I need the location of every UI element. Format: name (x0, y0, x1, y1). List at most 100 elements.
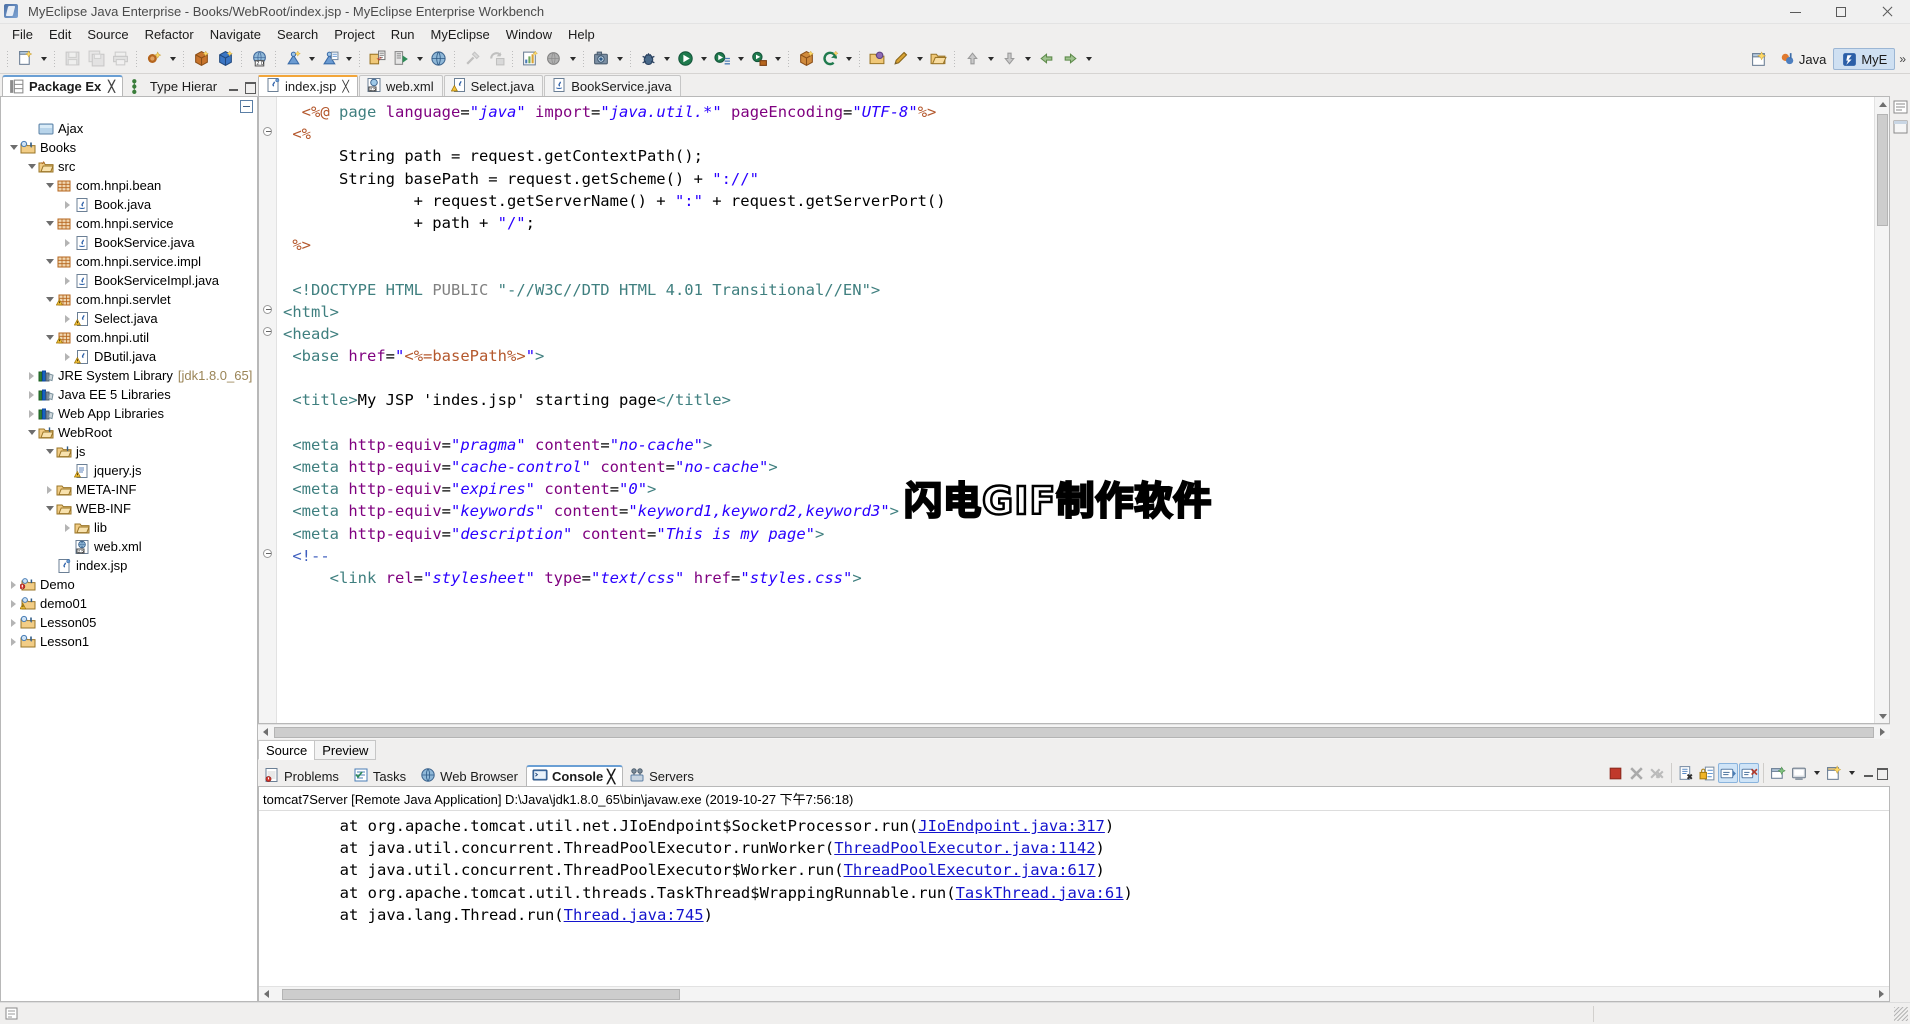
debug-button-dropdown-arrow-icon[interactable] (660, 47, 673, 71)
twisty-down-icon[interactable] (43, 331, 56, 344)
tree-item[interactable]: Demo (1, 575, 257, 594)
tree-item[interactable]: META-INF (1, 480, 257, 499)
open-resource-button[interactable] (926, 47, 950, 71)
outline-view-icon[interactable] (1893, 100, 1908, 114)
run-history-button[interactable] (710, 47, 734, 71)
twisty-right-icon[interactable] (61, 236, 74, 249)
toolbar-drag-handle[interactable] (52, 48, 58, 69)
menu-item-project[interactable]: Project (326, 26, 382, 43)
twisty-right-icon[interactable] (7, 616, 20, 629)
twisty-right-icon[interactable] (61, 198, 74, 211)
scroll-down-arrow-icon[interactable] (1875, 709, 1890, 723)
twisty-down-icon[interactable] (7, 141, 20, 154)
scroll-up-arrow-icon[interactable] (1875, 97, 1890, 111)
report-button[interactable] (518, 47, 542, 71)
run-button-dropdown-arrow-icon[interactable] (697, 47, 710, 71)
toolbar-drag-handle[interactable] (357, 48, 363, 69)
menu-item-source[interactable]: Source (79, 26, 136, 43)
open-type-button[interactable] (865, 47, 889, 71)
twisty-right-icon[interactable] (61, 274, 74, 287)
new-element-button[interactable] (794, 47, 818, 71)
code-editor[interactable]: <%@ page language="java" import="java.ut… (277, 97, 1874, 723)
clear-console-button[interactable] (1676, 763, 1696, 783)
editor-mode-preview[interactable]: Preview (314, 740, 377, 760)
toolbar-drag-handle[interactable] (134, 48, 140, 69)
console-tab-problems[interactable]: Problems (258, 765, 347, 786)
console-output[interactable]: at org.apache.tomcat.util.net.JIoEndpoin… (259, 811, 1889, 986)
tab-package-explorer[interactable]: Package Ex ╳ (2, 75, 123, 96)
project-tree[interactable]: Ajax Books src com.hnpi.bean Book.java com.hn… (0, 116, 258, 1002)
open-console-button[interactable] (1768, 763, 1788, 783)
refresh-git-button-dropdown-arrow-icon[interactable] (842, 47, 855, 71)
tree-item[interactable]: WEB-INF (1, 499, 257, 518)
tree-item[interactable]: index.jsp (1, 556, 257, 575)
tree-item[interactable]: Select.java (1, 309, 257, 328)
toolbar-drag-handle[interactable] (5, 48, 11, 69)
close-icon[interactable]: ╳ (342, 80, 349, 93)
toolbar-drag-handle[interactable] (239, 48, 245, 69)
collapse-all-icon[interactable] (240, 100, 253, 113)
tree-item[interactable]: com.hnpi.service (1, 214, 257, 233)
run-button[interactable] (673, 47, 697, 71)
console-scroll-left-icon[interactable] (259, 987, 274, 1001)
menu-item-search[interactable]: Search (269, 26, 326, 43)
new-class-button[interactable] (213, 47, 237, 71)
tree-item[interactable]: lib (1, 518, 257, 537)
tree-item[interactable]: com.hnpi.service.impl (1, 252, 257, 271)
maximize-panel-button[interactable] (1876, 767, 1888, 780)
myeclipse-database-button[interactable]: 2.0 (247, 47, 271, 71)
next-annotation-button[interactable] (997, 47, 1021, 71)
previous-annotation-button[interactable] (960, 47, 984, 71)
open-perspective-icon[interactable] (1748, 47, 1772, 71)
twisty-down-icon[interactable] (25, 160, 38, 173)
tree-item[interactable]: Web App Libraries (1, 404, 257, 423)
twisty-right-icon[interactable] (61, 521, 74, 534)
fold-collapse-icon[interactable] (259, 301, 276, 323)
new-wizard-button[interactable] (13, 47, 37, 71)
toolbar-drag-handle[interactable] (786, 48, 792, 69)
tab-type-hierarchy[interactable]: Type Hierar (123, 75, 225, 96)
close-icon[interactable]: ╳ (108, 80, 115, 93)
pin-console-button[interactable] (1718, 763, 1738, 783)
twisty-right-icon[interactable] (7, 578, 20, 591)
minimize-panel-button[interactable] (1863, 767, 1875, 779)
toolbar-drag-handle[interactable] (452, 48, 458, 69)
minimize-button[interactable] (1772, 0, 1818, 24)
run-server-button[interactable] (389, 47, 413, 71)
close-button[interactable] (1864, 0, 1910, 24)
console-tab-console[interactable]: Console ╳ (525, 765, 624, 786)
tree-item[interactable]: src (1, 157, 257, 176)
new-java-project-button-dropdown-arrow-icon[interactable] (166, 47, 179, 71)
undeploy-button-dropdown-arrow-icon[interactable] (342, 47, 355, 71)
run-external-tools-button-dropdown-arrow-icon[interactable] (771, 47, 784, 71)
resize-grip[interactable] (1894, 1006, 1908, 1021)
fold-collapse-icon[interactable] (259, 545, 276, 567)
new-wizard-button-dropdown-arrow-icon[interactable] (37, 47, 50, 71)
editor-tab-bookservice-java[interactable]: BookService.java (544, 75, 681, 96)
toolbar-drag-handle[interactable] (181, 48, 187, 69)
menu-item-run[interactable]: Run (383, 26, 423, 43)
twisty-right-icon[interactable] (61, 312, 74, 325)
scroll-left-arrow-icon[interactable] (258, 725, 273, 739)
twisty-right-icon[interactable] (25, 407, 38, 420)
snapshot-button[interactable] (589, 47, 613, 71)
perspective-tab-java[interactable]: Java (1772, 48, 1833, 70)
console-horizontal-scrollbar[interactable] (259, 986, 1889, 1001)
twisty-down-icon[interactable] (43, 445, 56, 458)
snapshot-button-dropdown-arrow-icon[interactable] (613, 47, 626, 71)
tree-item[interactable]: com.hnpi.util (1, 328, 257, 347)
minimize-strip-icon[interactable] (1893, 120, 1908, 134)
twisty-right-icon[interactable] (25, 369, 38, 382)
tree-item[interactable]: jquery.js (1, 461, 257, 480)
editor-horizontal-scrollbar[interactable] (258, 724, 1890, 739)
twisty-down-icon[interactable] (43, 217, 56, 230)
editor-vertical-scrollbar[interactable] (1874, 97, 1889, 723)
toolbar-drag-handle[interactable] (510, 48, 516, 69)
tree-item[interactable]: WebRoot (1, 423, 257, 442)
new-package-button[interactable] (189, 47, 213, 71)
editor-tab-web-xml[interactable]: 2.5 web.xml (358, 75, 443, 96)
maximize-button[interactable] (1818, 0, 1864, 24)
tree-item[interactable]: Lesson1 (1, 632, 257, 651)
display-selected-console-button[interactable] (1739, 763, 1759, 783)
toolbar-drag-handle[interactable] (628, 48, 634, 69)
